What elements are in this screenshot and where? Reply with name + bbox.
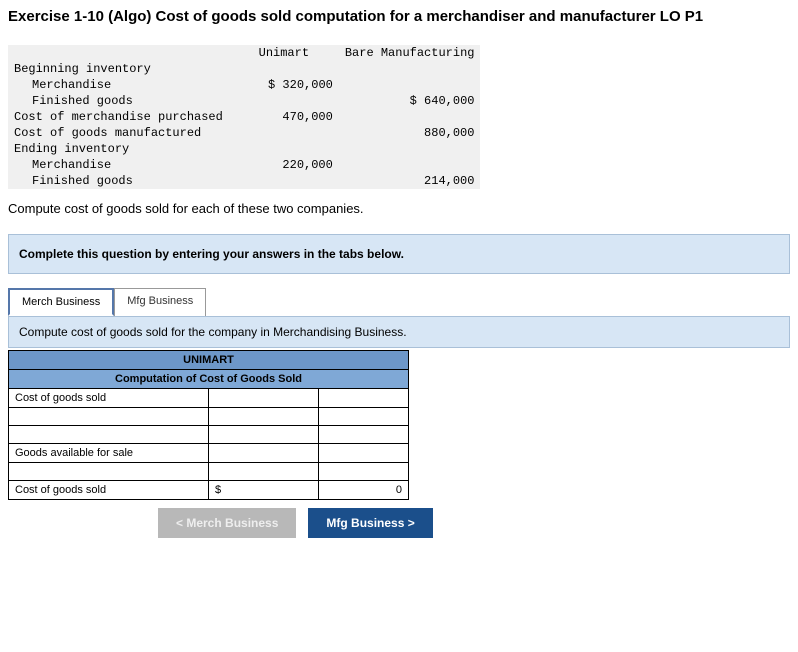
tabs-instruction-box: Complete this question by entering your … bbox=[8, 234, 790, 274]
comp-row-4-input1[interactable] bbox=[209, 463, 319, 481]
computation-table: UNIMART Computation of Cost of Goods Sol… bbox=[8, 350, 409, 500]
cell-end-merch: 220,000 bbox=[229, 157, 339, 173]
comp-row-final-currency: $ bbox=[209, 481, 319, 500]
comp-row-final-value: 0 bbox=[319, 481, 409, 500]
row-fg: Finished goods bbox=[8, 93, 229, 109]
col-header-unimart: Unimart bbox=[229, 45, 339, 61]
tab-content-instruction: Compute cost of goods sold for the compa… bbox=[8, 316, 790, 348]
next-tab-button[interactable]: Mfg Business > bbox=[308, 508, 432, 538]
row-manufactured: Cost of goods manufactured bbox=[8, 125, 229, 141]
prev-tab-button: < Merch Business bbox=[158, 508, 296, 538]
col-header-bare: Bare Manufacturing bbox=[339, 45, 481, 61]
comp-row-4-input2[interactable] bbox=[319, 463, 409, 481]
cell-purchased: 470,000 bbox=[229, 109, 339, 125]
row-beg-inv: Beginning inventory bbox=[8, 61, 229, 77]
cell-merch-unimart: $ 320,000 bbox=[229, 77, 339, 93]
chevron-right-icon: > bbox=[404, 516, 414, 530]
comp-row-4-label[interactable] bbox=[9, 463, 209, 481]
given-data-table: Unimart Bare Manufacturing Beginning inv… bbox=[8, 45, 480, 189]
row-purchased: Cost of merchandise purchased bbox=[8, 109, 229, 125]
comp-row-1-input2[interactable] bbox=[319, 408, 409, 426]
comp-row-2-input2[interactable] bbox=[319, 426, 409, 444]
nav-button-row: < Merch Business Mfg Business > bbox=[158, 508, 790, 538]
comp-row-2-input1[interactable] bbox=[209, 426, 319, 444]
tab-merch-business[interactable]: Merch Business bbox=[8, 288, 114, 316]
chevron-left-icon: < bbox=[176, 516, 186, 530]
comp-row-gafs-input1[interactable] bbox=[209, 444, 319, 463]
cell-manufactured: 880,000 bbox=[339, 125, 481, 141]
cell-end-fg: 214,000 bbox=[339, 173, 481, 189]
cell-fg-bare: $ 640,000 bbox=[339, 93, 481, 109]
comp-row-1-input1[interactable] bbox=[209, 408, 319, 426]
comp-header-title: Computation of Cost of Goods Sold bbox=[9, 370, 409, 389]
comp-row-final-label: Cost of goods sold bbox=[9, 481, 209, 500]
comp-row-cogs-label[interactable]: Cost of goods sold bbox=[9, 389, 209, 408]
comp-header-company: UNIMART bbox=[9, 351, 409, 370]
exercise-title: Exercise 1-10 (Algo) Cost of goods sold … bbox=[8, 8, 790, 25]
comp-row-1-label[interactable] bbox=[9, 408, 209, 426]
comp-row-2-label[interactable] bbox=[9, 426, 209, 444]
comp-row-cogs-input2[interactable] bbox=[319, 389, 409, 408]
row-end-merch: Merchandise bbox=[8, 157, 229, 173]
comp-row-gafs-input2[interactable] bbox=[319, 444, 409, 463]
comp-row-cogs-input1[interactable] bbox=[209, 389, 319, 408]
comp-row-gafs-label: Goods available for sale bbox=[9, 444, 209, 463]
row-merch: Merchandise bbox=[8, 77, 229, 93]
tab-strip: Merch Business Mfg Business bbox=[8, 288, 790, 317]
row-end-inv: Ending inventory bbox=[8, 141, 229, 157]
row-end-fg: Finished goods bbox=[8, 173, 229, 189]
tab-mfg-business[interactable]: Mfg Business bbox=[114, 288, 206, 316]
compute-instruction: Compute cost of goods sold for each of t… bbox=[8, 201, 790, 216]
